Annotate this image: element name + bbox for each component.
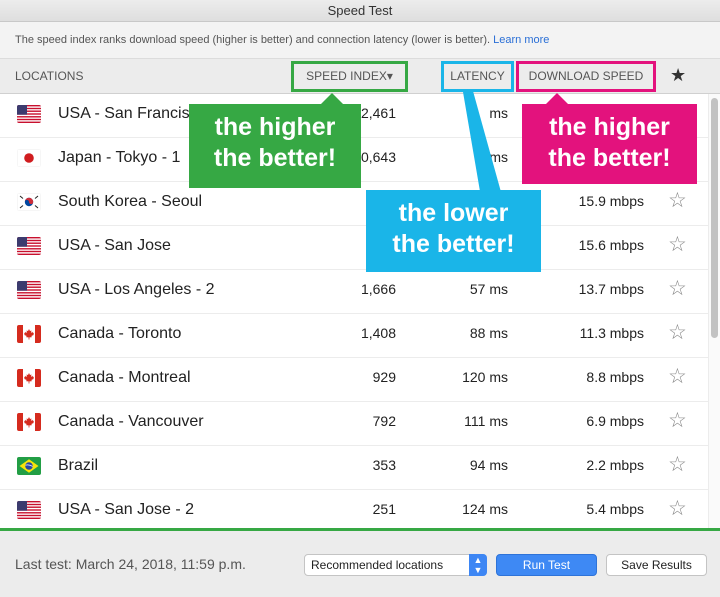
favorite-star-icon[interactable]: ☆ <box>668 322 687 343</box>
speed-callout-line-2: the better! <box>213 144 337 172</box>
location-row[interactable]: Canada - Montreal 929 120 ms 8.8 mbps ☆ <box>0 358 708 402</box>
download-speed-value: 5.4 mbps <box>586 501 644 517</box>
location-row[interactable]: South Korea - Seoul1915.9 mbps☆ <box>0 182 708 226</box>
speed-index-value: 929 <box>372 369 396 385</box>
br-flag-icon <box>17 457 41 475</box>
favorite-star-icon[interactable]: ☆ <box>668 498 687 519</box>
favorite-star-icon[interactable]: ☆ <box>668 278 687 299</box>
download-callout-line-2: the better! <box>548 144 671 172</box>
location-row[interactable]: Brazil 353 94 ms 2.2 mbps ☆ <box>0 446 708 490</box>
favorite-star-icon[interactable]: ☆ <box>668 366 687 387</box>
latency-callout-line-1: the lower <box>398 199 509 227</box>
location-name: Brazil <box>58 457 99 474</box>
latency-value: 94 ms <box>469 457 508 473</box>
latency-callout-line-2: the better! <box>392 230 515 258</box>
ca-flag-icon <box>17 325 41 343</box>
column-download-speed[interactable]: DOWNLOAD SPEED <box>516 61 656 92</box>
location-name: USA - San Jose <box>58 237 171 254</box>
location-name: USA - Los Angeles - 2 <box>58 281 215 298</box>
download-speed-value: 15.9 mbps <box>578 193 644 209</box>
download-callout: the higher the better! <box>522 104 697 184</box>
location-row[interactable]: USA - Los Angeles - 2 1,666 57 ms 13.7 mbps… <box>0 270 708 314</box>
us-flag-icon <box>17 105 41 123</box>
location-name: Canada - Vancouver <box>58 413 204 430</box>
jp-flag-icon <box>17 149 41 167</box>
speed-callout-line-1: the higher <box>214 113 336 141</box>
scrollbar[interactable] <box>708 94 720 528</box>
us-flag-icon <box>17 237 41 255</box>
run-test-button[interactable]: Run Test <box>496 554 597 576</box>
location-row[interactable]: USA - San Jose - 2 251 124 ms 5.4 mbps ☆ <box>0 490 708 528</box>
info-text: The speed index ranks download speed (hi… <box>15 34 494 46</box>
speed-index-value: 2,461 <box>360 105 396 121</box>
select-arrows-icon: ▲ ▼ <box>469 554 487 576</box>
us-flag-icon <box>17 501 41 519</box>
location-row[interactable]: Canada - Vancouver 792 111 ms 6.9 mbps ☆ <box>0 402 708 446</box>
scrollbar-thumb[interactable] <box>711 98 718 338</box>
speed-index-value: 0,643 <box>360 149 396 165</box>
favorite-star-icon[interactable]: ☆ <box>668 454 687 475</box>
column-locations[interactable]: LOCATIONS <box>15 69 83 83</box>
favorite-star-icon[interactable]: ☆ <box>668 190 687 211</box>
latency-value: 124 ms <box>462 501 508 517</box>
location-name: USA - San Francisco <box>58 105 207 122</box>
speed-index-value: 792 <box>372 413 396 429</box>
column-speed-index[interactable]: SPEED INDEX▾ <box>291 61 408 92</box>
download-callout-line-1: the higher <box>549 113 670 141</box>
speed-index-value: 1,408 <box>360 325 396 341</box>
location-name: USA - San Jose - 2 <box>58 501 195 518</box>
footer: Last test: March 24, 2018, 11:59 p.m. Re… <box>0 531 720 597</box>
ca-flag-icon <box>17 369 41 387</box>
us-flag-icon <box>17 281 41 299</box>
location-row[interactable]: USA - San Jose315.6 mbps☆ <box>0 226 708 270</box>
download-speed-value: 2.2 mbps <box>586 457 644 473</box>
info-bar: The speed index ranks download speed (hi… <box>0 22 720 58</box>
locations-select-value: Recommended locations <box>311 558 444 572</box>
window-title: Speed Test <box>0 0 720 22</box>
latency-value: 120 ms <box>462 369 508 385</box>
last-test-label: Last test: March 24, 2018, 11:59 p.m. <box>15 556 246 572</box>
download-speed-value: 6.9 mbps <box>586 413 644 429</box>
learn-more-link[interactable]: Learn more <box>493 34 549 46</box>
ca-flag-icon <box>17 413 41 431</box>
speed-index-value: 1,666 <box>360 281 396 297</box>
list-header: LOCATIONS SPEED INDEX▾ LATENCY DOWNLOAD … <box>0 58 720 94</box>
latency-callout: the lower the better! <box>366 190 541 272</box>
favorite-star-icon[interactable]: ☆ <box>668 410 687 431</box>
speed-callout: the higher the better! <box>189 104 361 188</box>
column-latency[interactable]: LATENCY <box>441 61 514 92</box>
latency-value: ms <box>489 105 508 121</box>
location-name: Canada - Toronto <box>58 325 182 342</box>
speed-index-value: 353 <box>372 457 396 473</box>
speed-index-value: 251 <box>372 501 396 517</box>
download-speed-value: 13.7 mbps <box>578 281 644 297</box>
kr-flag-icon <box>17 193 41 211</box>
save-results-button[interactable]: Save Results <box>606 554 707 576</box>
favorite-star-icon[interactable]: ☆ <box>668 234 687 255</box>
latency-value: 111 ms <box>464 413 508 429</box>
latency-value: 88 ms <box>469 325 508 341</box>
download-speed-value: 15.6 mbps <box>578 237 644 253</box>
locations-select[interactable]: Recommended locations ▲ ▼ <box>304 554 487 576</box>
location-row[interactable]: Canada - Toronto 1,408 88 ms 11.3 mbps ☆ <box>0 314 708 358</box>
location-name: South Korea - Seoul <box>58 193 203 210</box>
location-name: Japan - Tokyo - 1 <box>58 149 181 166</box>
download-speed-value: 8.8 mbps <box>586 369 644 385</box>
location-name: Canada - Montreal <box>58 369 191 386</box>
download-speed-value: 11.3 mbps <box>579 325 644 341</box>
favorites-star-icon[interactable]: ★ <box>670 65 686 86</box>
latency-value: 57 ms <box>469 281 508 297</box>
